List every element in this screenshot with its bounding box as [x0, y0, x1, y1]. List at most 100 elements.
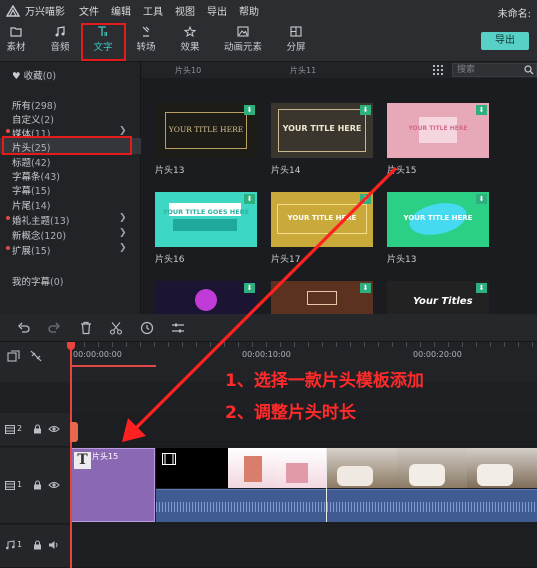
playhead-handle[interactable]	[67, 342, 75, 350]
clip-trim-handle[interactable]	[70, 422, 78, 442]
music-icon	[6, 540, 15, 550]
speaker-icon[interactable]	[48, 540, 60, 550]
sidebar-item-extensions[interactable]: 扩展(15)	[12, 243, 51, 257]
image-icon	[237, 26, 249, 37]
annotation-step-2: 2、调整片头时长	[225, 403, 356, 423]
download-icon[interactable]: ⬇	[476, 194, 487, 204]
partial-thumb-label: 片头11	[290, 66, 317, 75]
chevron-right-icon[interactable]: ❯	[119, 243, 127, 253]
template-thumb[interactable]: YOUR TITLE HERE ⬇	[387, 103, 489, 158]
sidebar-item-credits[interactable]: 片尾(14)	[12, 198, 51, 212]
tab-effects[interactable]: 效果	[170, 26, 210, 53]
timeline-toolbar	[0, 314, 537, 342]
tab-audio[interactable]: 音频	[40, 26, 80, 53]
chevron-right-icon[interactable]: ❯	[119, 126, 127, 136]
sidebar-item-favorites[interactable]: ♥ 收藏(0)	[12, 68, 56, 82]
download-icon[interactable]: ⬇	[360, 283, 371, 293]
template-thumb[interactable]: ⬇	[155, 281, 257, 314]
sidebar-item-count: (120)	[40, 231, 67, 242]
menu-file[interactable]: 文件	[79, 3, 99, 18]
undo-icon[interactable]	[17, 321, 31, 335]
sidebar-item-title[interactable]: 标题(42)	[12, 155, 51, 169]
lock-icon[interactable]	[33, 540, 42, 550]
track-header-video-1: 1	[0, 448, 70, 524]
tab-transition[interactable]: 转场	[126, 26, 166, 53]
unlink-icon[interactable]	[30, 350, 42, 362]
frame-thumb	[244, 456, 262, 482]
cut-icon[interactable]	[109, 321, 123, 335]
sidebar-favorites-label: 收藏	[23, 71, 43, 82]
download-icon[interactable]: ⬇	[360, 105, 371, 115]
sidebar-item-new-concept[interactable]: 新概念(120)	[12, 228, 66, 242]
playback-progress	[70, 365, 156, 367]
menu-bar: 万兴喵影 文件 编辑 工具 视图 导出 帮助 未命名:	[0, 0, 537, 21]
download-icon[interactable]: ⬇	[244, 105, 255, 115]
eye-icon[interactable]	[48, 425, 60, 433]
track-lane-video-1[interactable]: T 片头15	[70, 448, 537, 524]
annotation-step-1: 1、选择一款片头模板添加	[225, 371, 424, 391]
video-clip[interactable]	[156, 448, 326, 488]
template-thumb[interactable]: ⬇	[271, 281, 373, 314]
chevron-right-icon[interactable]: ❯	[119, 228, 127, 238]
template-thumb[interactable]: YOUR TITLE HERE ⬇	[271, 103, 373, 158]
tab-elements-label: 动画元素	[223, 42, 262, 53]
download-icon[interactable]: ⬇	[360, 194, 371, 204]
video-clip[interactable]	[327, 448, 537, 488]
add-track-icon[interactable]	[7, 350, 20, 362]
lock-icon[interactable]	[33, 480, 42, 490]
chevron-right-icon[interactable]: ❯	[119, 213, 127, 223]
search-icon[interactable]	[524, 65, 534, 75]
partial-thumb-label: 片头10	[175, 66, 202, 75]
menu-tools[interactable]: 工具	[143, 3, 163, 18]
tab-media[interactable]: 素材	[0, 26, 36, 53]
tab-effects-label: 效果	[180, 42, 200, 53]
new-badge-dot	[6, 246, 10, 250]
sidebar-item-count: (14)	[31, 201, 51, 212]
menu-help[interactable]: 帮助	[239, 3, 259, 18]
title-clip[interactable]: T 片头15	[70, 448, 155, 522]
sidebar-item-subtitle[interactable]: 字幕(15)	[12, 183, 51, 197]
menu-view[interactable]: 视图	[175, 3, 195, 18]
download-icon[interactable]: ⬇	[244, 283, 255, 293]
sidebar-item-lower-third[interactable]: 字幕条(43)	[12, 169, 60, 183]
speed-icon[interactable]	[140, 321, 154, 335]
sidebar-item-count: (298)	[31, 101, 57, 112]
frame-thumb	[337, 466, 373, 486]
timeline-header-left	[0, 342, 70, 382]
thumb-title-text: YOUR TITLE HERE	[287, 214, 357, 222]
playhead[interactable]	[70, 342, 72, 568]
track-lane-audio-1[interactable]	[70, 525, 537, 568]
template-thumb[interactable]: YOUR TITLE HERE ⬇	[387, 192, 489, 247]
sidebar-item-label: 片尾	[12, 201, 32, 212]
download-icon[interactable]: ⬇	[476, 283, 487, 293]
menu-edit[interactable]: 编辑	[111, 3, 131, 18]
redo-icon[interactable]	[47, 321, 61, 335]
eye-icon[interactable]	[48, 481, 60, 489]
thumb-title-text: YOUR TITLE HERE	[408, 125, 468, 132]
template-thumb[interactable]: Your Titles ⬇	[387, 281, 489, 314]
adjust-icon[interactable]	[171, 321, 185, 335]
sidebar-item-custom[interactable]: 自定义(2)	[12, 112, 54, 126]
clip-divider	[326, 448, 327, 522]
category-sidebar: ♥ 收藏(0) 所有(298) 自定义(2) 媒体(11) ❯ 片头(25) 标…	[0, 62, 141, 314]
tab-split-screen[interactable]: 分屏	[276, 26, 316, 53]
grid-view-icon[interactable]	[433, 65, 443, 75]
sidebar-item-my-subtitles[interactable]: 我的字幕(0)	[12, 274, 63, 288]
menu-export[interactable]: 导出	[207, 3, 227, 18]
download-icon[interactable]: ⬇	[476, 105, 487, 115]
sidebar-item-label: 字幕条	[12, 172, 41, 183]
template-thumb[interactable]: YOUR TITLE HERE ⬇	[271, 192, 373, 247]
ruler-time: 00:00:20:00	[413, 350, 462, 359]
template-thumb[interactable]: YOUR TITLE HERE ⬇	[155, 103, 257, 158]
video-track-icon	[5, 425, 15, 434]
export-button[interactable]: 导出	[481, 32, 529, 50]
template-thumb[interactable]: YOUR TITLE GOES HERE ⬇	[155, 192, 257, 247]
download-icon[interactable]: ⬇	[244, 194, 255, 204]
tab-elements[interactable]: 动画元素	[221, 26, 265, 53]
sidebar-item-all[interactable]: 所有(298)	[12, 98, 57, 112]
sidebar-item-wedding[interactable]: 婚礼主题(13)	[12, 213, 70, 227]
lock-icon[interactable]	[33, 424, 42, 434]
delete-icon[interactable]	[79, 321, 93, 335]
text-tab-highlight	[81, 23, 126, 61]
toolbar: 素材 音频 文字 转场 效果 动画元素 分屏 导出	[0, 21, 537, 62]
